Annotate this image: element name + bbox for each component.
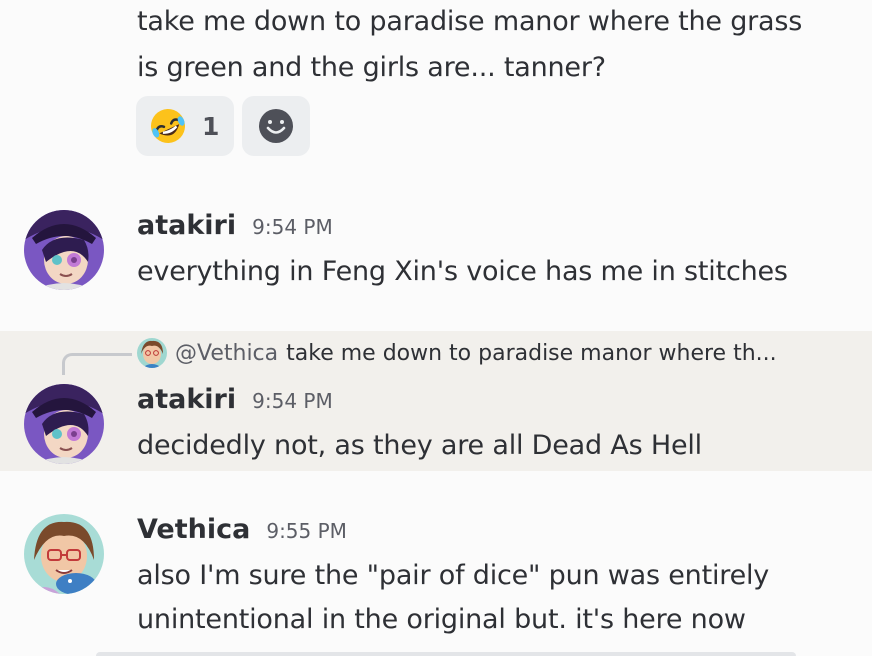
reactions-bar: 1: [136, 96, 310, 156]
reaction-laughing[interactable]: 1: [136, 96, 234, 156]
avatar[interactable]: [24, 384, 104, 464]
reply-connector: [62, 353, 132, 375]
add-reaction-button[interactable]: [242, 96, 310, 156]
chat-messages: take me down to paradise manor where the…: [0, 0, 872, 656]
reply-preview-text[interactable]: take me down to paradise manor where th.…: [286, 341, 777, 366]
timestamp[interactable]: 9:54 PM: [252, 389, 333, 413]
timestamp[interactable]: 9:54 PM: [252, 215, 333, 239]
message-text: decidedly not, as they are all Dead As H…: [137, 430, 702, 461]
user-avatar-image: [24, 384, 104, 464]
reply-reference[interactable]: @Vethica take me down to paradise manor …: [137, 338, 777, 368]
reaction-count: 1: [202, 111, 220, 141]
rolling-on-floor-laughing-icon: [151, 109, 185, 143]
smiley-add-reaction-icon: [259, 109, 293, 143]
avatar[interactable]: [24, 514, 104, 594]
message-text-line: is green and the girls are... tanner?: [137, 52, 606, 83]
message-input-edge: [96, 652, 796, 656]
avatar[interactable]: [24, 210, 104, 290]
user-avatar-image: [24, 514, 104, 594]
message-header: Vethica 9:55 PM: [137, 514, 347, 545]
message-text-line: unintentional in the original but. it's …: [137, 604, 746, 635]
reply-username[interactable]: @Vethica: [175, 341, 278, 366]
message-header: atakiri 9:54 PM: [137, 210, 333, 241]
username[interactable]: atakiri: [137, 210, 236, 241]
reply-avatar: [137, 338, 167, 368]
timestamp[interactable]: 9:55 PM: [266, 519, 347, 543]
message-header: atakiri 9:54 PM: [137, 384, 333, 415]
user-avatar-image: [24, 210, 104, 290]
message-text-line: also I'm sure the "pair of dice" pun was…: [137, 560, 770, 591]
reply-user-avatar-image: [137, 338, 167, 368]
username[interactable]: Vethica: [137, 514, 250, 545]
username[interactable]: atakiri: [137, 384, 236, 415]
message-text-line: take me down to paradise manor where the…: [137, 6, 803, 37]
message-text: everything in Feng Xin's voice has me in…: [137, 256, 788, 287]
